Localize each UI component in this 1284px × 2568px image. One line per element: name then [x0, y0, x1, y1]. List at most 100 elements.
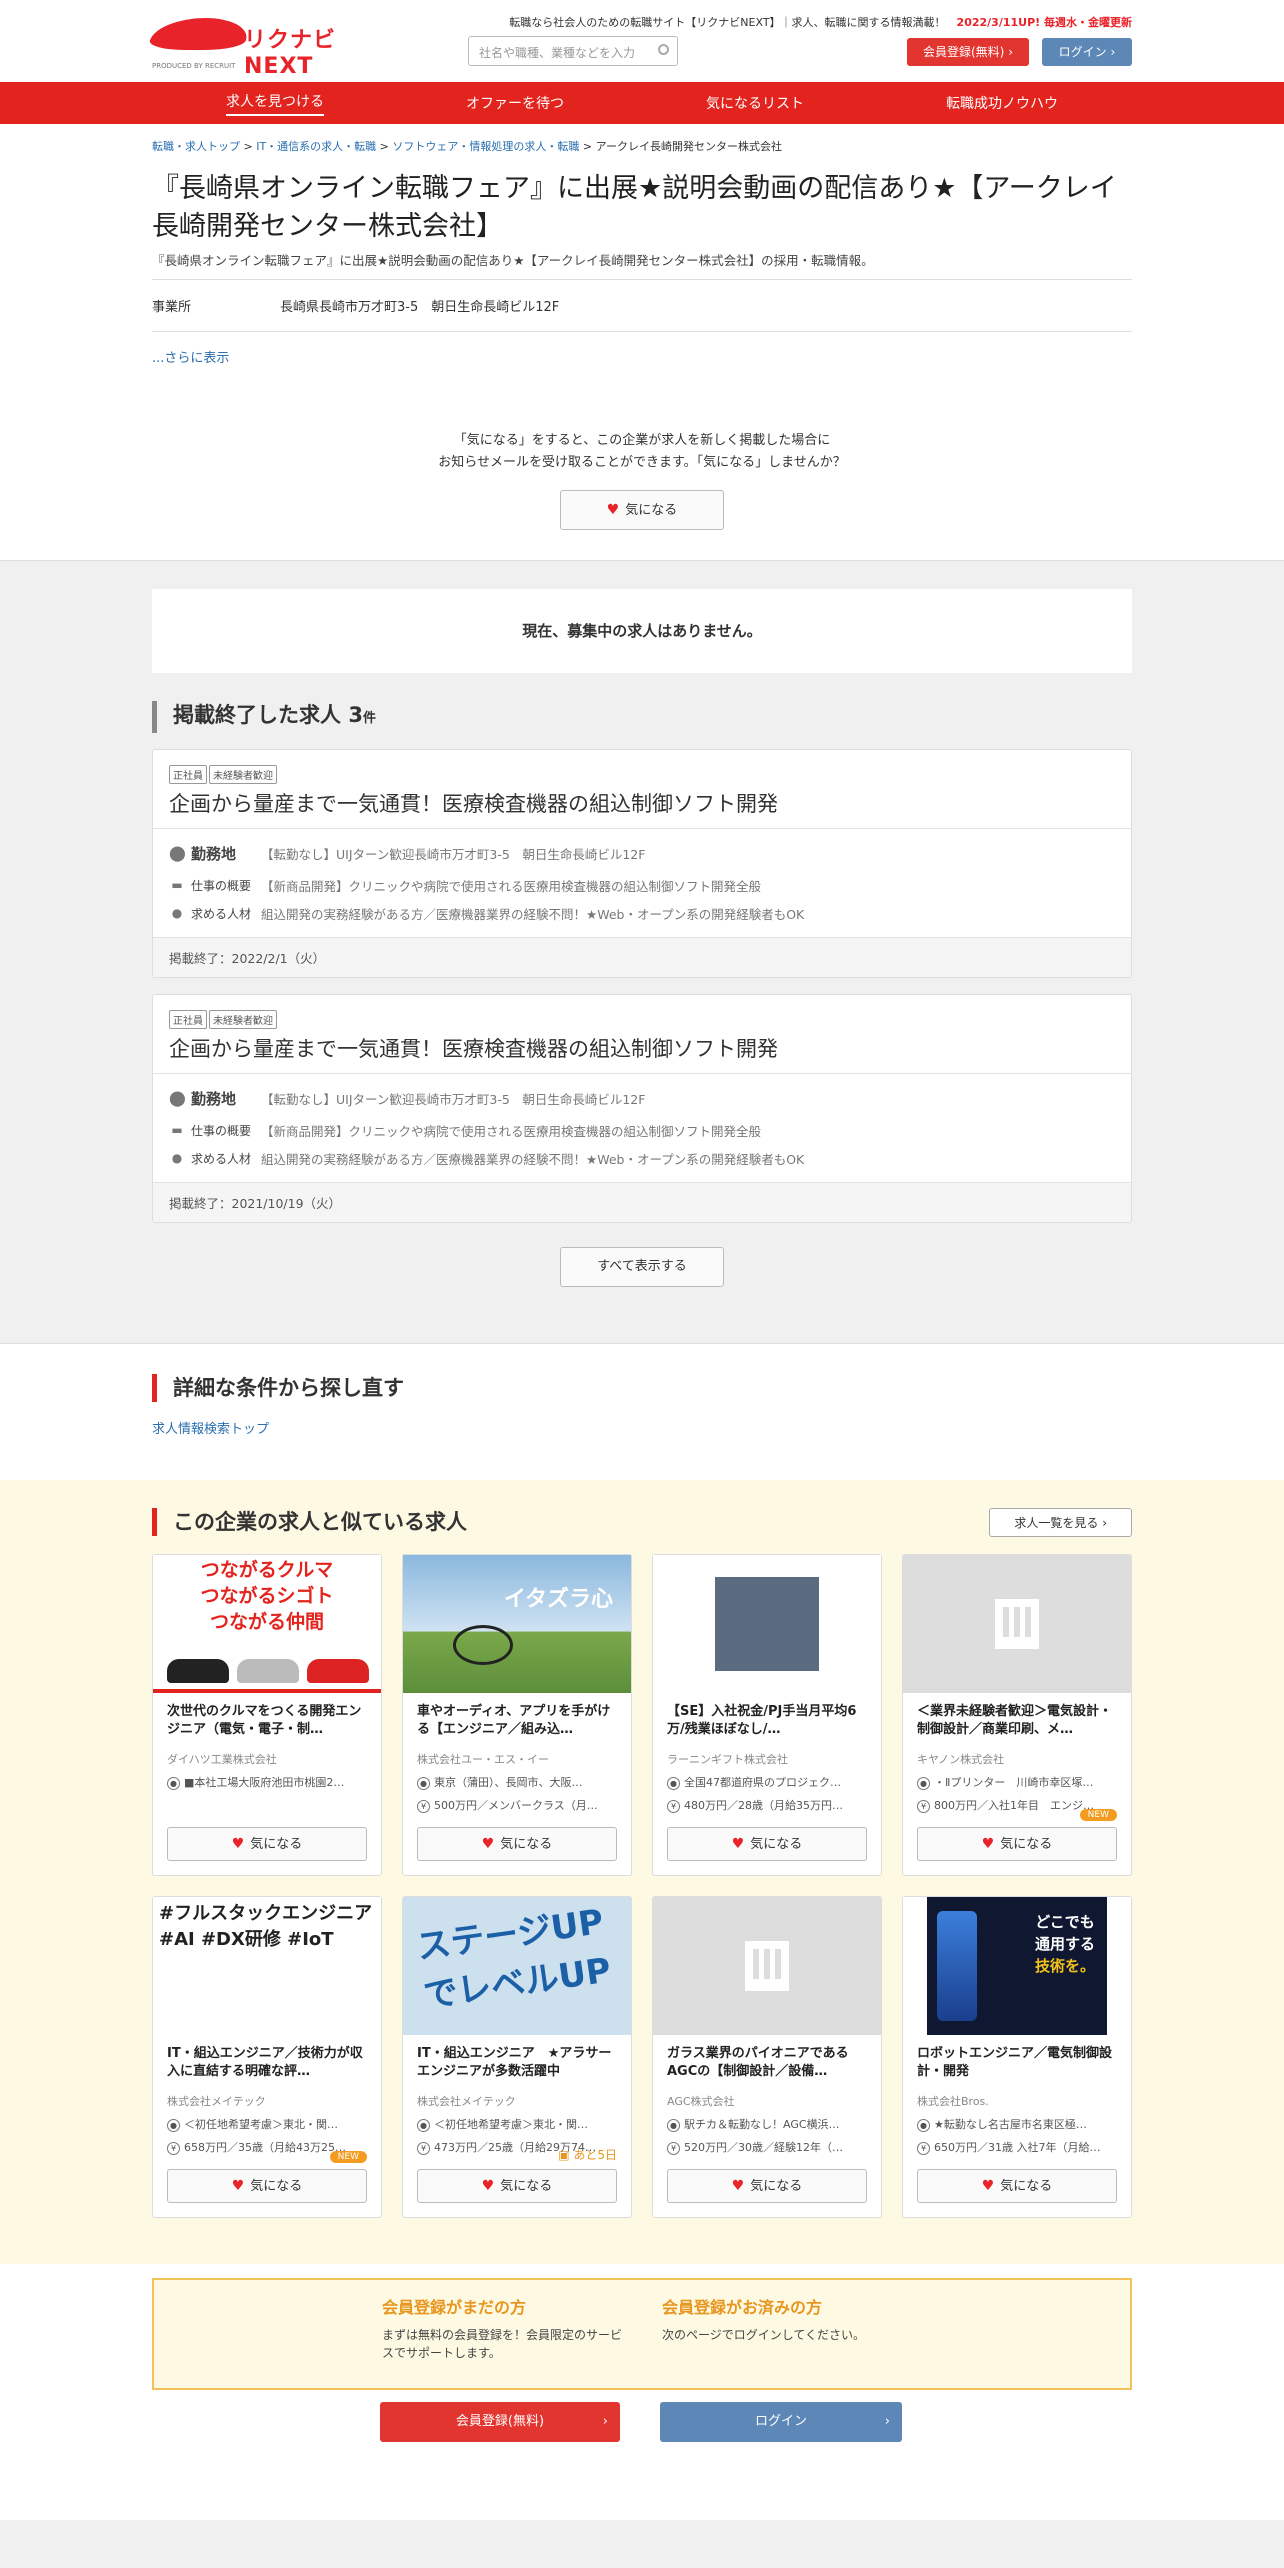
job-tag: 正社員	[169, 765, 207, 784]
search-input[interactable]: 社名や職種、業種などを入力	[468, 36, 678, 66]
job-work-row: ▬ 仕事の概要 【新商品開発】クリニックや病院で使用される医療用検査機器の組込制御ソ…	[153, 871, 1131, 899]
nav-fav-list[interactable]: 気になるリスト	[706, 93, 804, 113]
similar-location-text: ・Ⅱプリンター 川崎市幸区塚…	[934, 1776, 1094, 1789]
similar-salary: ¥500万円／メンバークラス（月…	[403, 1790, 631, 1813]
similar-salary-text: 658万円／35歳（月給43万25…	[184, 2141, 346, 2154]
fav-label: 気になる	[750, 2179, 803, 2194]
yen-icon: ¥	[917, 2141, 930, 2155]
similar-card[interactable]: #フルスタックエンジニア #AI #DX研修 #IoT IT・組込エンジニア／技…	[152, 1896, 382, 2218]
view-all-button[interactable]: 求人一覧を見る ›	[989, 1508, 1132, 1537]
company-section: 転職・求人トップ > IT・通信系の求人・転職 > ソフトウェア・情報処理の求人…	[152, 124, 1132, 530]
member-new-col: 会員登録がまだの方 まずは無料の会員登録を！会員限定のサービスでサポートします。	[382, 2294, 622, 2362]
job-work: 【新商品開発】クリニックや病院で使用される医療用検査機器の組込制御ソフト開発全般	[261, 1123, 762, 1139]
similar-card[interactable]: ガラス業界のパイオニアであるAGCの【制御設計／設備… AGC株式会社 ● 駅チカ…	[652, 1896, 882, 2218]
office-label: 事業所	[152, 300, 192, 315]
member-register-button[interactable]: 会員登録(無料) ›	[380, 2402, 620, 2442]
similar-fav-button[interactable]: ♥ 気になる	[667, 2169, 867, 2203]
fav-button-label: 気になる	[625, 503, 678, 518]
job-card[interactable]: 正社員 未経験者歓迎 企画から量産まで一気通貫！医療検査機器の組込制御ソフト開発 …	[152, 749, 1132, 978]
image-caption: イタズラ心	[503, 1587, 613, 1612]
nav-knowhow[interactable]: 転職成功ノウハウ	[946, 93, 1058, 113]
similar-fav-button[interactable]: ♥ 気になる	[917, 1827, 1117, 1861]
pin-icon: ●	[667, 1776, 680, 1790]
company-fav-button[interactable]: ♥ 気になる	[560, 490, 724, 530]
similar-card[interactable]: ステージUP でレベルUP IT・組込エンジニア ★アラサーエンジニアが多数活躍…	[402, 1896, 632, 2218]
similar-card[interactable]: ＜業界未経験者歓迎＞電気設計・制御設計／商業印刷、メ… キヤノン株式会社 ● ・Ⅱ…	[902, 1554, 1132, 1876]
heart-icon: ♥	[981, 1836, 995, 1852]
fav-label: 気になる	[250, 1837, 303, 1852]
similar-title[interactable]: IT・組込エンジニア／技術力が収入に直結する明確な評…	[153, 2035, 381, 2091]
similar-card[interactable]: 【SE】入社祝金/PJ手当月平均6万/残業ほぼなし/… ラーニンギフト株式会社 …	[652, 1554, 882, 1876]
similar-card[interactable]: どこでも 通用する 技術を。 ロボットエンジニア／電気制御設計・開発 株式会社Bro…	[902, 1896, 1132, 2218]
job-req-label: 求める人材	[191, 1151, 252, 1166]
similar-salary-text: 480万円／28歳（月給35万円…	[684, 1799, 843, 1812]
nav-wait-offers[interactable]: オファーを待つ	[466, 93, 564, 113]
caption-line: 通用する	[1034, 1935, 1095, 1953]
similar-fav-button[interactable]: ♥ 気になる	[917, 2169, 1117, 2203]
similar-location: ● ＜初任地希望考慮＞東北・関…	[153, 2109, 381, 2132]
show-more-link[interactable]: ...さらに表示	[152, 351, 229, 366]
fav-message-line2: お知らせメールを受け取ることができます。「気になる」しませんか？	[438, 455, 846, 470]
member-login-button[interactable]: ログイン ›	[660, 2402, 902, 2442]
similar-card[interactable]: イタズラ心 車やオーディオ、アプリを手がける【エンジニア／組み込… 株式会社ユー…	[402, 1554, 632, 1876]
breadcrumb-link-it[interactable]: IT・通信系の求人・転職	[256, 140, 376, 153]
pin-icon: ●	[167, 2118, 180, 2132]
logo-text: リクナビNEXT	[244, 28, 337, 79]
similar-company: 株式会社ユー・エス・イー	[417, 1753, 549, 1766]
similar-card[interactable]: つながるクルマ つながるシゴト つながる仲間 次世代のクルマをつくる開発エンジニ…	[152, 1554, 382, 1876]
breadcrumb-link-software[interactable]: ソフトウェア・情報処理の求人・転職	[392, 140, 579, 153]
heart-icon: ♥	[606, 502, 620, 518]
pin-icon: ●	[917, 2118, 930, 2132]
similar-fav-button[interactable]: ♥ 気になる	[667, 1827, 867, 1861]
fav-label: 気になる	[500, 1837, 553, 1852]
job-title[interactable]: 企画から量産まで一気通貫！医療検査機器の組込制御ソフト開発	[153, 784, 1131, 829]
similar-salary: ¥650万円／31歳 入社7年（月給…	[903, 2132, 1131, 2155]
similar-location: ● ■本社工場大阪府池田市桃園2…	[153, 1767, 381, 1790]
member-new-heading: 会員登録がまだの方	[382, 2298, 527, 2317]
similar-location: ● 東京（蒲田）、長岡市、大阪…	[403, 1767, 631, 1790]
nav-find-jobs[interactable]: 求人を見つける	[226, 91, 324, 116]
similar-fav-button[interactable]: ♥ 気になる	[167, 2169, 367, 2203]
similar-title[interactable]: ガラス業界のパイオニアであるAGCの【制御設計／設備…	[653, 2035, 881, 2091]
search-icon[interactable]	[658, 44, 669, 55]
similar-fav-button[interactable]: ♥ 気になる	[167, 1827, 367, 1861]
fav-label: 気になる	[1000, 2179, 1053, 2194]
similar-fav-button[interactable]: ♥ 気になる	[417, 1827, 617, 1861]
similar-heading: この企業の求人と似ている求人	[152, 1508, 1132, 1536]
similar-company: 株式会社Bros.	[917, 2095, 989, 2108]
breadcrumb: 転職・求人トップ > IT・通信系の求人・転職 > ソフトウェア・情報処理の求人…	[152, 140, 782, 153]
caption-line: 技術を。	[1034, 1957, 1095, 1975]
job-image: イタズラ心	[403, 1555, 631, 1693]
job-card[interactable]: 正社員 未経験者歓迎 企画から量産まで一気通貫！医療検査機器の組込制御ソフト開発 …	[152, 994, 1132, 1223]
car-image	[167, 1659, 229, 1683]
similar-company: 株式会社メイテック	[417, 2095, 516, 2108]
show-all-button[interactable]: すべて表示する	[560, 1247, 724, 1287]
job-work-label: 仕事の概要	[191, 1123, 252, 1138]
similar-title[interactable]: 車やオーディオ、アプリを手がける【エンジニア／組み込…	[403, 1693, 631, 1749]
similar-location-text: 駅チカ＆転勤なし！AGC横浜…	[684, 2118, 840, 2131]
breadcrumb-link-top[interactable]: 転職・求人トップ	[152, 140, 240, 153]
job-title[interactable]: 企画から量産まで一気通貫！医療検査機器の組込制御ソフト開発	[153, 1029, 1131, 1074]
similar-location: ● ・Ⅱプリンター 川崎市幸区塚…	[903, 1767, 1131, 1790]
similar-salary-text: 800万円／入社1年目 エンジ…	[934, 1799, 1094, 1812]
similar-fav-button[interactable]: ♥ 気になる	[417, 2169, 617, 2203]
bike-image	[453, 1625, 513, 1665]
similar-title[interactable]: 【SE】入社祝金/PJ手当月平均6万/残業ほぼなし/…	[653, 1693, 881, 1749]
register-button[interactable]: 会員登録(無料) ›	[907, 38, 1029, 66]
job-location-label: 勤務地	[191, 844, 237, 863]
similar-title[interactable]: IT・組込エンジニア ★アラサーエンジニアが多数活躍中	[403, 2035, 631, 2091]
similar-title[interactable]: ロボットエンジニア／電気制御設計・開発	[903, 2035, 1131, 2091]
footer-area	[0, 2520, 1284, 2568]
similar-title[interactable]: 次世代のクルマをつくる開発エンジニア（電気・電子・制…	[153, 1693, 381, 1749]
site-logo[interactable]: リクナビNEXT PRODUCED BY RECRUIT	[146, 14, 352, 79]
similar-title[interactable]: ＜業界未経験者歓迎＞電気設計・制御設計／商業印刷、メ…	[903, 1693, 1131, 1749]
search-top-link[interactable]: 求人情報検索トップ	[152, 1418, 1132, 1437]
page-description: 『長崎県オンライン転職フェア』に出展★説明会動画の配信あり★【アークレイ長崎開発…	[152, 250, 1132, 280]
heart-icon: ♥	[981, 2178, 995, 2194]
pin-icon: ●	[417, 2118, 430, 2132]
login-button[interactable]: ログイン ›	[1042, 38, 1132, 66]
member-existing-heading: 会員登録がお済みの方	[662, 2298, 823, 2317]
logo-swoosh	[146, 18, 254, 50]
similar-grid: つながるクルマ つながるシゴト つながる仲間 次世代のクルマをつくる開発エンジニ…	[152, 1554, 1132, 2218]
job-image: #フルスタックエンジニア #AI #DX研修 #IoT	[153, 1897, 381, 2035]
